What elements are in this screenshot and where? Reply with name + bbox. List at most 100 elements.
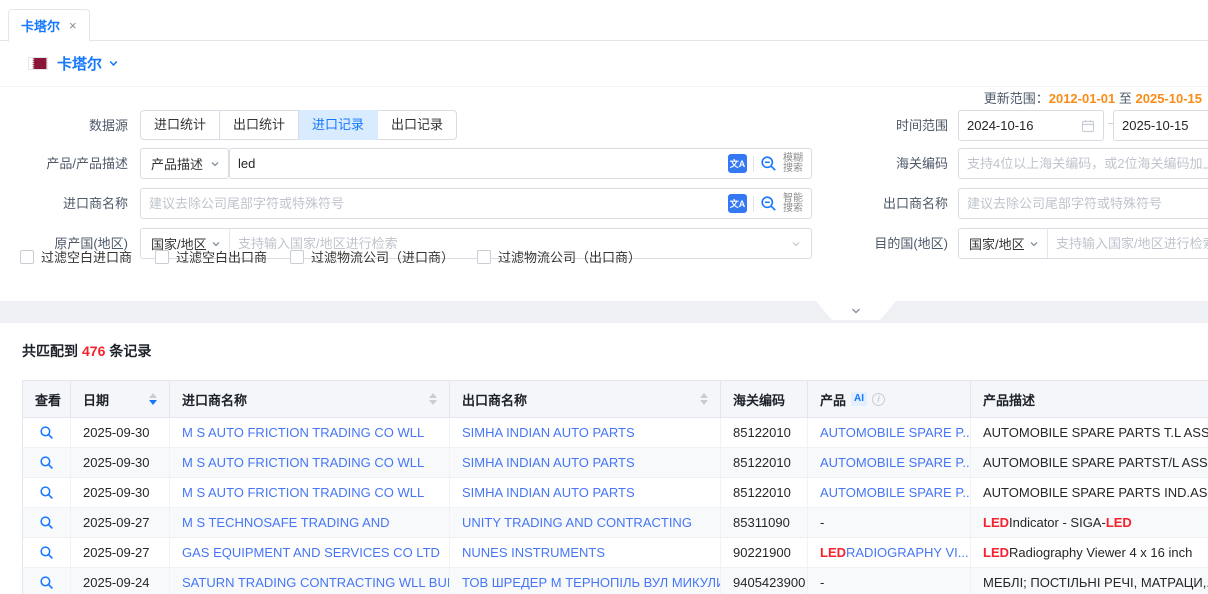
exporter-link[interactable]: ТОВ ШРЕДЕР М ТЕРНОПІЛЬ ВУЛ МИКУЛИ...	[462, 575, 721, 590]
exporter-link[interactable]: SIMHA INDIAN AUTO PARTS	[462, 485, 635, 500]
exporter-link[interactable]: SIMHA INDIAN AUTO PARTS	[462, 455, 635, 470]
smart-search-icon[interactable]	[760, 195, 777, 212]
hs-code-input[interactable]	[967, 156, 1208, 171]
exporter-link[interactable]: NUNES INSTRUMENTS	[462, 545, 605, 560]
cell-product: -	[808, 508, 971, 537]
importer-link[interactable]: M S AUTO FRICTION TRADING CO WLL	[182, 455, 424, 470]
sort-carets[interactable]	[141, 393, 157, 405]
collapse-filters-handle[interactable]	[816, 301, 896, 320]
cell-importer: M S AUTO FRICTION TRADING CO WLL	[170, 478, 450, 507]
view-record-button[interactable]	[39, 575, 54, 590]
panel-gap-band	[0, 301, 1208, 323]
filter-checkbox-2[interactable]: 过滤物流公司（进口商）	[290, 247, 454, 266]
view-record-button[interactable]	[39, 455, 54, 470]
translate-icon[interactable]: 文A	[728, 194, 747, 213]
product-link[interactable]: AUTOMOBILE SPARE P...	[820, 455, 971, 470]
data-source-option-0[interactable]: 进口统计	[140, 110, 220, 140]
exporter-link[interactable]: SIMHA INDIAN AUTO PARTS	[462, 425, 635, 440]
cell-view	[23, 478, 71, 507]
fuzzy-search-label[interactable]: 模糊搜索	[783, 154, 803, 174]
column-header-3[interactable]: 出口商名称	[450, 381, 721, 417]
hs-code-label: 海关编码	[880, 148, 948, 179]
chevron-down-icon[interactable]	[791, 239, 801, 249]
translate-icon[interactable]: 文A	[728, 154, 747, 173]
sort-asc-icon[interactable]	[429, 393, 437, 398]
sort-desc-icon[interactable]	[700, 400, 708, 405]
view-record-button[interactable]	[39, 485, 54, 500]
chevron-down-icon	[210, 159, 220, 169]
ai-badge: AI	[851, 392, 867, 406]
sort-asc-icon[interactable]	[700, 393, 708, 398]
date-from-input[interactable]	[967, 118, 1081, 133]
importer-link[interactable]: SATURN TRADING CONTRACTING WLL BUI...	[182, 575, 450, 590]
hs-code-field[interactable]	[958, 148, 1208, 179]
data-source-option-2[interactable]: 进口记录	[299, 110, 378, 140]
cell-hs-code: 85122010	[721, 478, 808, 507]
checkbox-label: 过滤物流公司（进口商）	[311, 247, 454, 266]
view-record-button[interactable]	[39, 545, 54, 560]
sort-desc-icon[interactable]	[429, 400, 437, 405]
cell-view	[23, 418, 71, 447]
cell-view	[23, 568, 71, 594]
product-search-input[interactable]	[238, 156, 728, 171]
product-type-select[interactable]: 产品描述	[140, 148, 229, 179]
fuzzy-search-icon[interactable]	[760, 155, 777, 172]
cell-exporter: SIMHA INDIAN AUTO PARTS	[450, 448, 721, 477]
text-segment: AUTOMOBILE SPARE PARTS T.L ASSY ...	[983, 425, 1208, 440]
importer-link[interactable]: M S TECHNOSAFE TRADING AND	[182, 515, 390, 530]
importer-link[interactable]: M S AUTO FRICTION TRADING CO WLL	[182, 425, 424, 440]
filter-checkbox-1[interactable]: 过滤空白出口商	[155, 247, 267, 266]
view-record-button[interactable]	[39, 515, 54, 530]
update-range-joiner: 至	[1119, 91, 1132, 106]
table-row: 2025-09-24SATURN TRADING CONTRACTING WLL…	[23, 568, 1208, 594]
qatar-flag-icon	[28, 57, 48, 70]
product-search-field[interactable]: 文A 模糊搜索	[229, 148, 812, 179]
destination-input[interactable]	[1048, 236, 1208, 251]
cell-date: 2025-09-27	[71, 508, 170, 537]
page-title: 卡塔尔	[57, 53, 102, 74]
exporter-link[interactable]: UNITY TRADING AND CONTRACTING	[462, 515, 692, 530]
checkbox-icon[interactable]	[20, 250, 34, 264]
column-header-0: 查看	[23, 381, 71, 417]
column-header-1[interactable]: 日期	[71, 381, 170, 417]
date-to-input[interactable]	[1122, 118, 1208, 133]
cell-importer: M S AUTO FRICTION TRADING CO WLL	[170, 448, 450, 477]
calendar-icon[interactable]	[1081, 119, 1095, 133]
cell-view	[23, 538, 71, 567]
importer-input[interactable]	[149, 196, 728, 211]
sort-carets[interactable]	[692, 393, 708, 405]
exporter-input[interactable]	[967, 196, 1208, 211]
filter-checkbox-3[interactable]: 过滤物流公司（出口商）	[477, 247, 641, 266]
checkbox-icon[interactable]	[155, 250, 169, 264]
sort-desc-icon[interactable]	[149, 400, 157, 405]
importer-link[interactable]: M S AUTO FRICTION TRADING CO WLL	[182, 485, 424, 500]
close-icon[interactable]: ×	[69, 19, 77, 32]
column-header-2[interactable]: 进口商名称	[170, 381, 450, 417]
checkbox-icon[interactable]	[290, 250, 304, 264]
importer-link[interactable]: GAS EQUIPMENT AND SERVICES CO LTD	[182, 545, 440, 560]
date-to-field[interactable]	[1113, 110, 1208, 141]
view-record-button[interactable]	[39, 425, 54, 440]
data-source-option-3[interactable]: 出口记录	[378, 110, 457, 140]
smart-search-label[interactable]: 智能搜索	[783, 194, 803, 214]
chevron-down-icon[interactable]	[108, 58, 119, 69]
data-source-option-1[interactable]: 出口统计	[220, 110, 299, 140]
product-link[interactable]: RADIOGRAPHY VI...	[846, 545, 969, 560]
info-icon[interactable]: i	[872, 393, 885, 406]
filter-checkbox-0[interactable]: 过滤空白进口商	[20, 247, 132, 266]
sort-carets[interactable]	[421, 393, 437, 405]
date-from-field[interactable]	[958, 110, 1104, 141]
destination-field: 国家/地区	[958, 228, 1208, 259]
importer-field[interactable]: 文A 智能搜索	[140, 188, 812, 219]
tab-qatar[interactable]: 卡塔尔 ×	[8, 9, 90, 42]
product-link[interactable]: AUTOMOBILE SPARE P...	[820, 425, 971, 440]
column-header-label: 查看	[35, 390, 61, 409]
product-link[interactable]: AUTOMOBILE SPARE P...	[820, 485, 971, 500]
checkbox-icon[interactable]	[477, 250, 491, 264]
text-segment: AUTOMOBILE SPARE PARTST/L ASSY ...	[983, 455, 1208, 470]
exporter-field[interactable]	[958, 188, 1208, 219]
destination-scope-select[interactable]: 国家/地区	[959, 229, 1048, 258]
cell-exporter: NUNES INSTRUMENTS	[450, 538, 721, 567]
sort-asc-icon[interactable]	[149, 393, 157, 398]
table-row: 2025-09-30M S AUTO FRICTION TRADING CO W…	[23, 418, 1208, 448]
